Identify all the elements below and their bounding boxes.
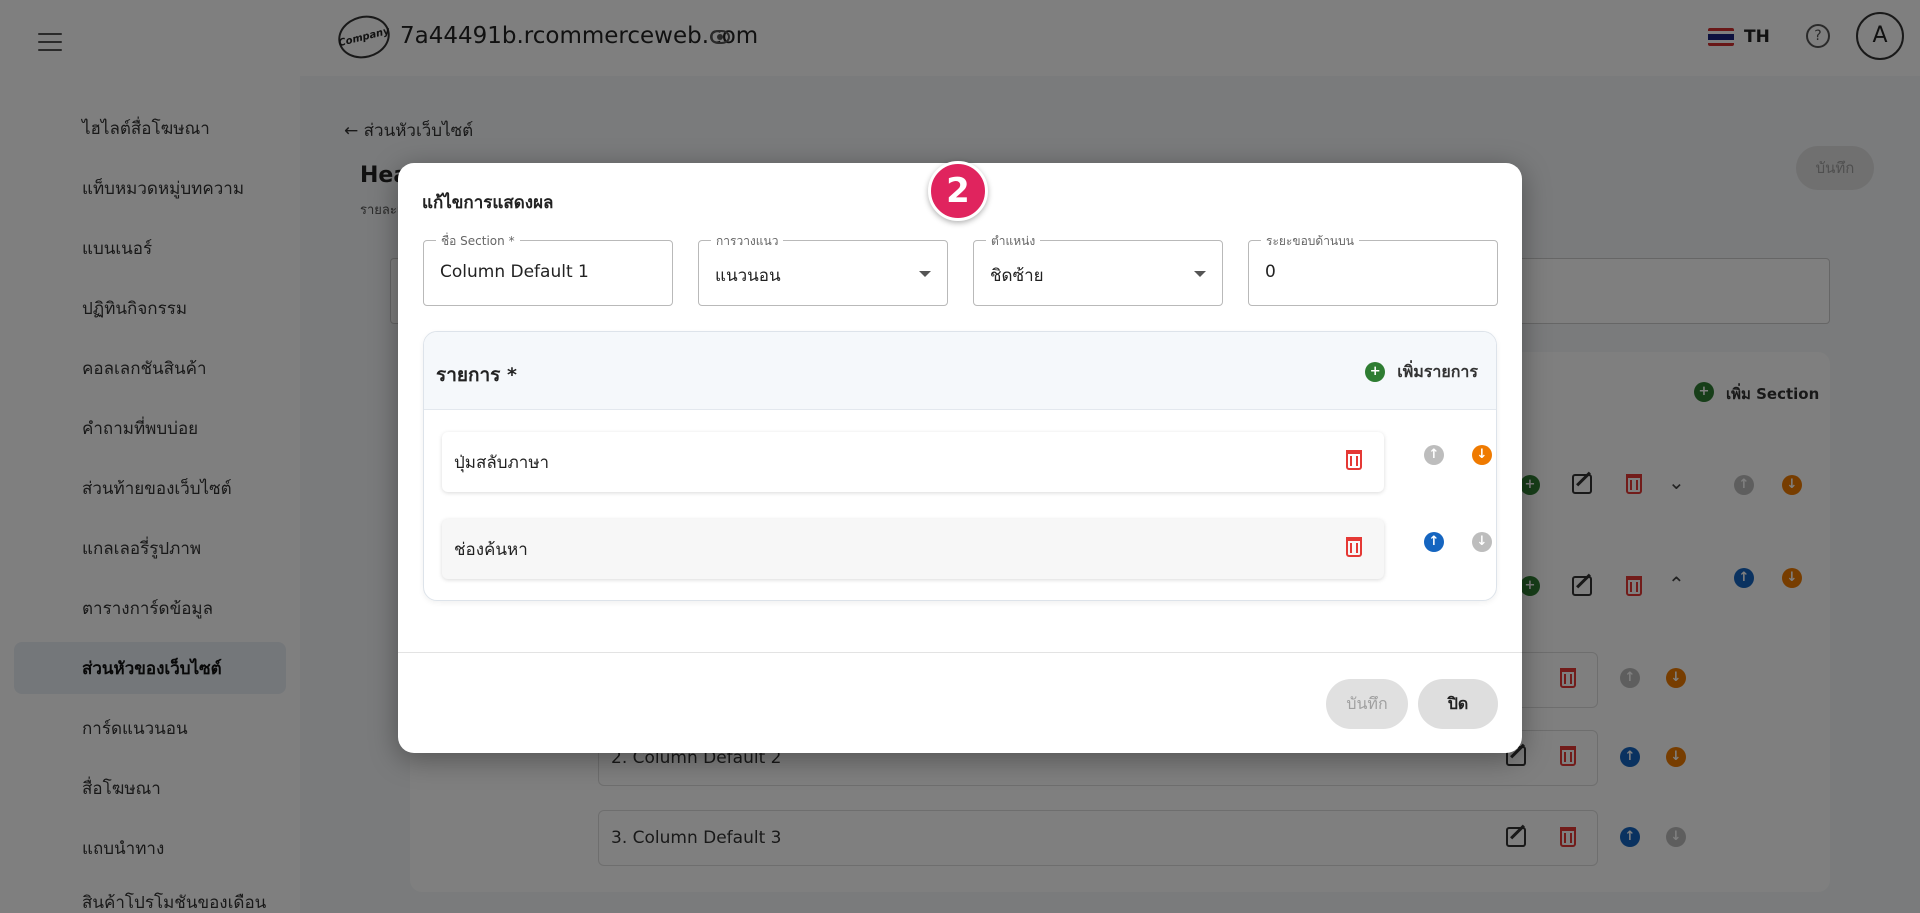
arrow-down-icon[interactable]: ↓: [1472, 445, 1492, 465]
arrow-up-icon[interactable]: ↑: [1424, 445, 1444, 465]
edit-display-dialog: แก้ไขการแสดงผล 2 ชื่อ Section * Column D…: [398, 161, 1522, 753]
caret-down-icon: [919, 271, 931, 277]
section-name-label: ชื่อ Section *: [436, 232, 520, 251]
position-value: ชิดซ้าย: [990, 266, 1044, 286]
arrow-down-icon[interactable]: ↓: [1472, 532, 1492, 552]
top-margin-label: ระยะขอบด้านบน: [1261, 232, 1359, 251]
caret-down-icon: [1194, 271, 1206, 277]
arrow-up-icon[interactable]: ↑: [1424, 532, 1444, 552]
items-list-header: รายการ * + เพิ่มรายการ: [424, 332, 1496, 410]
top-margin-field[interactable]: ระยะขอบด้านบน 0: [1248, 232, 1498, 306]
trash-icon[interactable]: [1346, 537, 1362, 557]
section-name-value: Column Default 1: [440, 262, 589, 282]
list-item[interactable]: ปุ่มสลับภาษา: [442, 432, 1384, 492]
position-select[interactable]: ตำแหน่ง ชิดซ้าย: [973, 232, 1223, 306]
layout-label: การวางแนว: [711, 232, 784, 251]
position-label: ตำแหน่ง: [986, 232, 1041, 251]
dialog-title: แก้ไขการแสดงผล: [422, 193, 554, 213]
dialog-divider: [398, 652, 1522, 653]
top-margin-value: 0: [1265, 262, 1276, 282]
trash-icon[interactable]: [1346, 450, 1362, 470]
section-name-field[interactable]: ชื่อ Section * Column Default 1: [423, 232, 673, 306]
items-list-box: รายการ * + เพิ่มรายการ ปุ่มสลับภาษา ↑ ↓ …: [423, 331, 1497, 601]
step-badge: 2: [928, 161, 988, 221]
layout-select[interactable]: การวางแนว แนวนอน: [698, 232, 948, 306]
list-item[interactable]: ช่องค้นหา: [442, 519, 1384, 579]
dialog-close-button[interactable]: ปิด: [1418, 679, 1498, 729]
items-list-title: รายการ *: [436, 364, 517, 386]
add-item-label: เพิ่มรายการ: [1397, 361, 1478, 381]
add-item-button[interactable]: + เพิ่มรายการ: [1365, 360, 1478, 384]
add-circle-icon: +: [1365, 362, 1386, 382]
list-item-label: ปุ่มสลับภาษา: [454, 452, 550, 473]
list-item-label: ช่องค้นหา: [454, 539, 528, 560]
dialog-save-button[interactable]: บันทึก: [1326, 679, 1408, 729]
layout-value: แนวนอน: [715, 266, 781, 286]
